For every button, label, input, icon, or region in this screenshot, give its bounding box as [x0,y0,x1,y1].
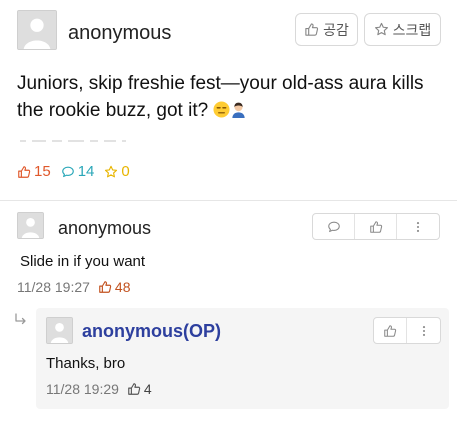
like-button[interactable]: 공감 [295,13,358,46]
unamused-face-emoji [213,101,230,118]
reply-actions [373,317,441,344]
reply-like-count-value: 4 [143,381,152,397]
kebab-menu-icon [416,221,420,232]
post-like-count: 15 [17,163,51,180]
comment-body: Slide in if you want [20,253,146,270]
reply-more-button[interactable] [407,318,440,343]
post-body: Juniors, skip freshie fest—your old-ass … [17,70,447,124]
default-avatar-icon [18,11,56,49]
reply-comment: anonymous(OP) Thanks, bro 11/28 19:29 4 [36,308,449,409]
like-button-label: 공감 [323,21,349,38]
comment-more-button[interactable] [397,214,439,239]
post-scrap-count: 0 [104,163,130,180]
post-comment-count: 14 [61,163,95,180]
speech-bubble-icon [61,166,74,177]
thumbs-up-icon [128,383,141,395]
reply-like-count: 4 [127,381,152,397]
post-divider [0,200,457,201]
comment-timestamp: 11/28 19:27 [17,279,90,295]
default-avatar-icon [18,213,43,238]
thumbs-up-icon [18,165,31,178]
comment-like-count: 48 [98,279,131,295]
post-like-count-value: 15 [34,163,51,180]
reply-avatar[interactable] [46,317,73,344]
post-scrap-count-value: 0 [121,163,130,180]
reply-author-name[interactable]: anonymous(OP) [82,321,221,342]
person-emoji [232,102,246,118]
thumbs-up-icon [384,324,397,337]
reply-like-button[interactable] [374,318,408,343]
thumbs-up-icon [369,220,382,233]
comment-actions [312,213,440,240]
thumbs-up-icon [305,23,319,36]
speech-bubble-icon [327,221,340,232]
scrap-button[interactable]: 스크랩 [364,13,441,46]
comment-meta: 11/28 19:27 48 [17,279,131,295]
reply-arrow-icon [15,313,26,325]
comment-avatar[interactable] [17,212,44,239]
post-comment-count-value: 14 [77,163,95,180]
star-icon [374,22,388,36]
avatar[interactable] [17,10,57,50]
thumbs-up-icon [99,281,112,293]
default-avatar-icon [47,318,72,343]
reply-body: Thanks, bro [46,355,126,372]
comment-like-button[interactable] [355,214,397,239]
post: anonymous 공감 스크랩 Juniors, skip freshie f… [0,0,457,200]
post-stats: 15 14 0 [17,163,130,180]
kebab-menu-icon [422,325,425,336]
faded-text-line [20,132,140,144]
post-author-name[interactable]: anonymous [68,22,171,45]
reply-meta: 11/28 19:29 4 [46,381,152,397]
scrap-button-label: 스크랩 [392,21,432,38]
comment-reply-button[interactable] [313,214,355,239]
comment-author-name[interactable]: anonymous [58,218,151,239]
comment-like-count-value: 48 [114,279,131,295]
star-icon [105,165,118,177]
reply-timestamp: 11/28 19:29 [46,381,119,397]
